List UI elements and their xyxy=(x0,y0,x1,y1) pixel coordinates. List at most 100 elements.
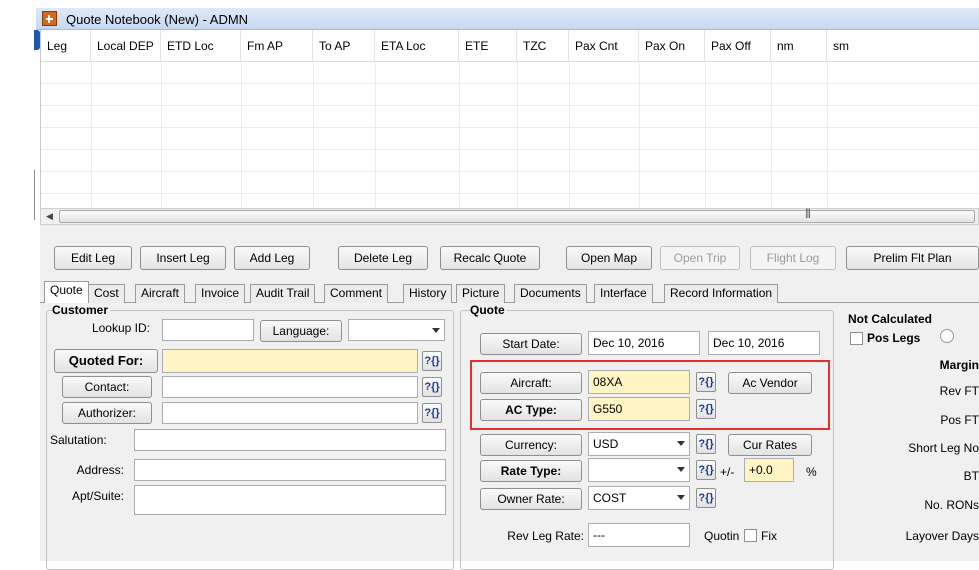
scrollbar-thumb[interactable]: ||| xyxy=(59,208,975,223)
owner-rate-value: COST xyxy=(593,491,627,505)
rate-type-button[interactable]: Rate Type: xyxy=(480,460,582,482)
window-titlebar: Quote Notebook (New) - ADMN xyxy=(36,8,979,30)
tab-invoice[interactable]: Invoice xyxy=(195,284,246,303)
column-header-ete[interactable]: ETE xyxy=(459,30,517,62)
column-header-leg[interactable]: Leg xyxy=(41,30,91,62)
authorizer-button[interactable]: Authorizer: xyxy=(62,402,152,424)
salutation-input[interactable] xyxy=(134,429,446,451)
contact-button[interactable]: Contact: xyxy=(62,376,152,398)
currency-value: USD xyxy=(593,437,619,451)
grid-divider xyxy=(639,62,640,212)
legs-grid[interactable]: Leg Local DEP ETD Loc Fm AP To AP ETA Lo… xyxy=(40,30,979,216)
column-header-etd-loc[interactable]: ETD Loc xyxy=(161,30,241,62)
tab-comment[interactable]: Comment xyxy=(324,284,389,303)
tab-audit-trail[interactable]: Audit Trail xyxy=(250,284,316,303)
column-header-local-dep[interactable]: Local DEP xyxy=(91,30,161,62)
column-header-tzc[interactable]: TZC xyxy=(517,30,569,62)
contact-input[interactable] xyxy=(162,376,418,398)
rev-leg-rate-input[interactable]: --- xyxy=(588,523,690,547)
contact-lookup-icon[interactable]: ?{} xyxy=(422,377,442,397)
quoted-for-lookup-icon[interactable]: ?{} xyxy=(422,351,442,371)
authorizer-input[interactable] xyxy=(162,402,418,424)
quoted-for-button[interactable]: Quoted For: xyxy=(54,349,158,373)
grid-divider xyxy=(375,62,376,212)
rate-type-select[interactable] xyxy=(588,458,690,482)
app-icon xyxy=(42,11,57,26)
column-header-nm[interactable]: nm xyxy=(771,30,827,62)
column-header-pax-cnt[interactable]: Pax Cnt xyxy=(569,30,639,62)
rate-type-lookup-icon[interactable]: ?{} xyxy=(696,460,716,480)
currency-lookup-icon[interactable]: ?{} xyxy=(696,434,716,454)
prelim-flt-plan-button[interactable]: Prelim Flt Plan xyxy=(846,246,979,270)
tab-picture[interactable]: Picture xyxy=(456,284,506,303)
owner-rate-lookup-icon[interactable]: ?{} xyxy=(696,488,716,508)
table-row[interactable] xyxy=(41,106,979,128)
open-map-button[interactable]: Open Map xyxy=(566,246,652,270)
tab-aircraft[interactable]: Aircraft xyxy=(135,284,186,303)
start-date-input[interactable]: Dec 10, 2016 xyxy=(588,331,700,355)
end-date-input[interactable]: Dec 10, 2016 xyxy=(708,331,820,355)
lookup-id-input[interactable] xyxy=(162,319,254,341)
open-trip-button[interactable]: Open Trip xyxy=(660,246,740,270)
horizontal-scrollbar[interactable]: ◀ ||| xyxy=(40,208,979,225)
pos-legs-checkbox[interactable] xyxy=(850,332,863,345)
percent-label: % xyxy=(806,465,817,479)
layover-days-label: Layover Days xyxy=(905,529,979,543)
lookup-id-label: Lookup ID: xyxy=(91,321,150,335)
grid-header: Leg Local DEP ETD Loc Fm AP To AP ETA Lo… xyxy=(41,30,979,62)
tab-documents[interactable]: Documents xyxy=(514,284,587,303)
authorizer-lookup-icon[interactable]: ?{} xyxy=(422,403,442,423)
bt-label: BT xyxy=(963,469,979,483)
tab-history[interactable]: History xyxy=(403,284,453,303)
address-input[interactable] xyxy=(134,459,446,481)
fix-checkbox[interactable] xyxy=(744,529,757,542)
rate-adjust-input[interactable]: +0.0 xyxy=(744,458,794,482)
grid-divider xyxy=(459,62,460,212)
address-label: Address: xyxy=(76,463,124,477)
apt-suite-label: Apt/Suite: xyxy=(71,489,124,503)
language-select[interactable] xyxy=(348,319,445,341)
currency-select[interactable]: USD xyxy=(588,432,690,456)
tab-record-information[interactable]: Record Information xyxy=(664,284,779,303)
language-button[interactable]: Language: xyxy=(260,320,342,342)
scroll-left-arrow-icon[interactable]: ◀ xyxy=(42,210,57,223)
pos-legs-label: Pos Legs xyxy=(867,331,921,345)
delete-leg-button[interactable]: Delete Leg xyxy=(338,246,428,270)
owner-rate-button[interactable]: Owner Rate: xyxy=(480,488,582,510)
column-header-to-ap[interactable]: To AP xyxy=(313,30,375,62)
tab-cost[interactable]: Cost xyxy=(88,284,125,303)
left-dock-strip xyxy=(0,8,36,561)
pos-legs-radio[interactable] xyxy=(940,329,954,343)
currency-button[interactable]: Currency: xyxy=(480,434,582,456)
edit-leg-button[interactable]: Edit Leg xyxy=(54,246,132,270)
column-header-pax-on[interactable]: Pax On xyxy=(639,30,705,62)
table-row[interactable] xyxy=(41,150,979,172)
grid-divider xyxy=(91,62,92,212)
tab-interface[interactable]: Interface xyxy=(594,284,653,303)
column-header-fm-ap[interactable]: Fm AP xyxy=(241,30,313,62)
table-row[interactable] xyxy=(41,172,979,194)
quoted-for-input[interactable] xyxy=(162,349,418,373)
apt-suite-input[interactable] xyxy=(134,485,446,515)
insert-leg-button[interactable]: Insert Leg xyxy=(140,246,226,270)
grid-divider xyxy=(827,62,828,212)
column-header-eta-loc[interactable]: ETA Loc xyxy=(375,30,459,62)
scrollbar-grip-icon: ||| xyxy=(805,208,811,219)
flight-log-button[interactable]: Flight Log xyxy=(750,246,836,270)
table-row[interactable] xyxy=(41,62,979,84)
add-leg-button[interactable]: Add Leg xyxy=(234,246,310,270)
pos-ft-label: Pos FT xyxy=(940,413,979,427)
recalc-quote-button[interactable]: Recalc Quote xyxy=(440,246,540,270)
tab-quote[interactable]: Quote xyxy=(44,281,89,304)
owner-rate-select[interactable]: COST xyxy=(588,486,690,510)
cur-rates-button[interactable]: Cur Rates xyxy=(728,434,812,456)
highlight-annotation-box xyxy=(470,360,830,430)
start-date-button[interactable]: Start Date: xyxy=(480,333,582,355)
table-row[interactable] xyxy=(41,128,979,150)
column-header-pax-off[interactable]: Pax Off xyxy=(705,30,771,62)
quote-group-label: Quote xyxy=(470,303,507,317)
grid-divider xyxy=(771,62,772,212)
column-header-sm[interactable]: sm xyxy=(827,30,979,62)
window-title: Quote Notebook (New) - ADMN xyxy=(66,12,249,27)
table-row[interactable] xyxy=(41,84,979,106)
